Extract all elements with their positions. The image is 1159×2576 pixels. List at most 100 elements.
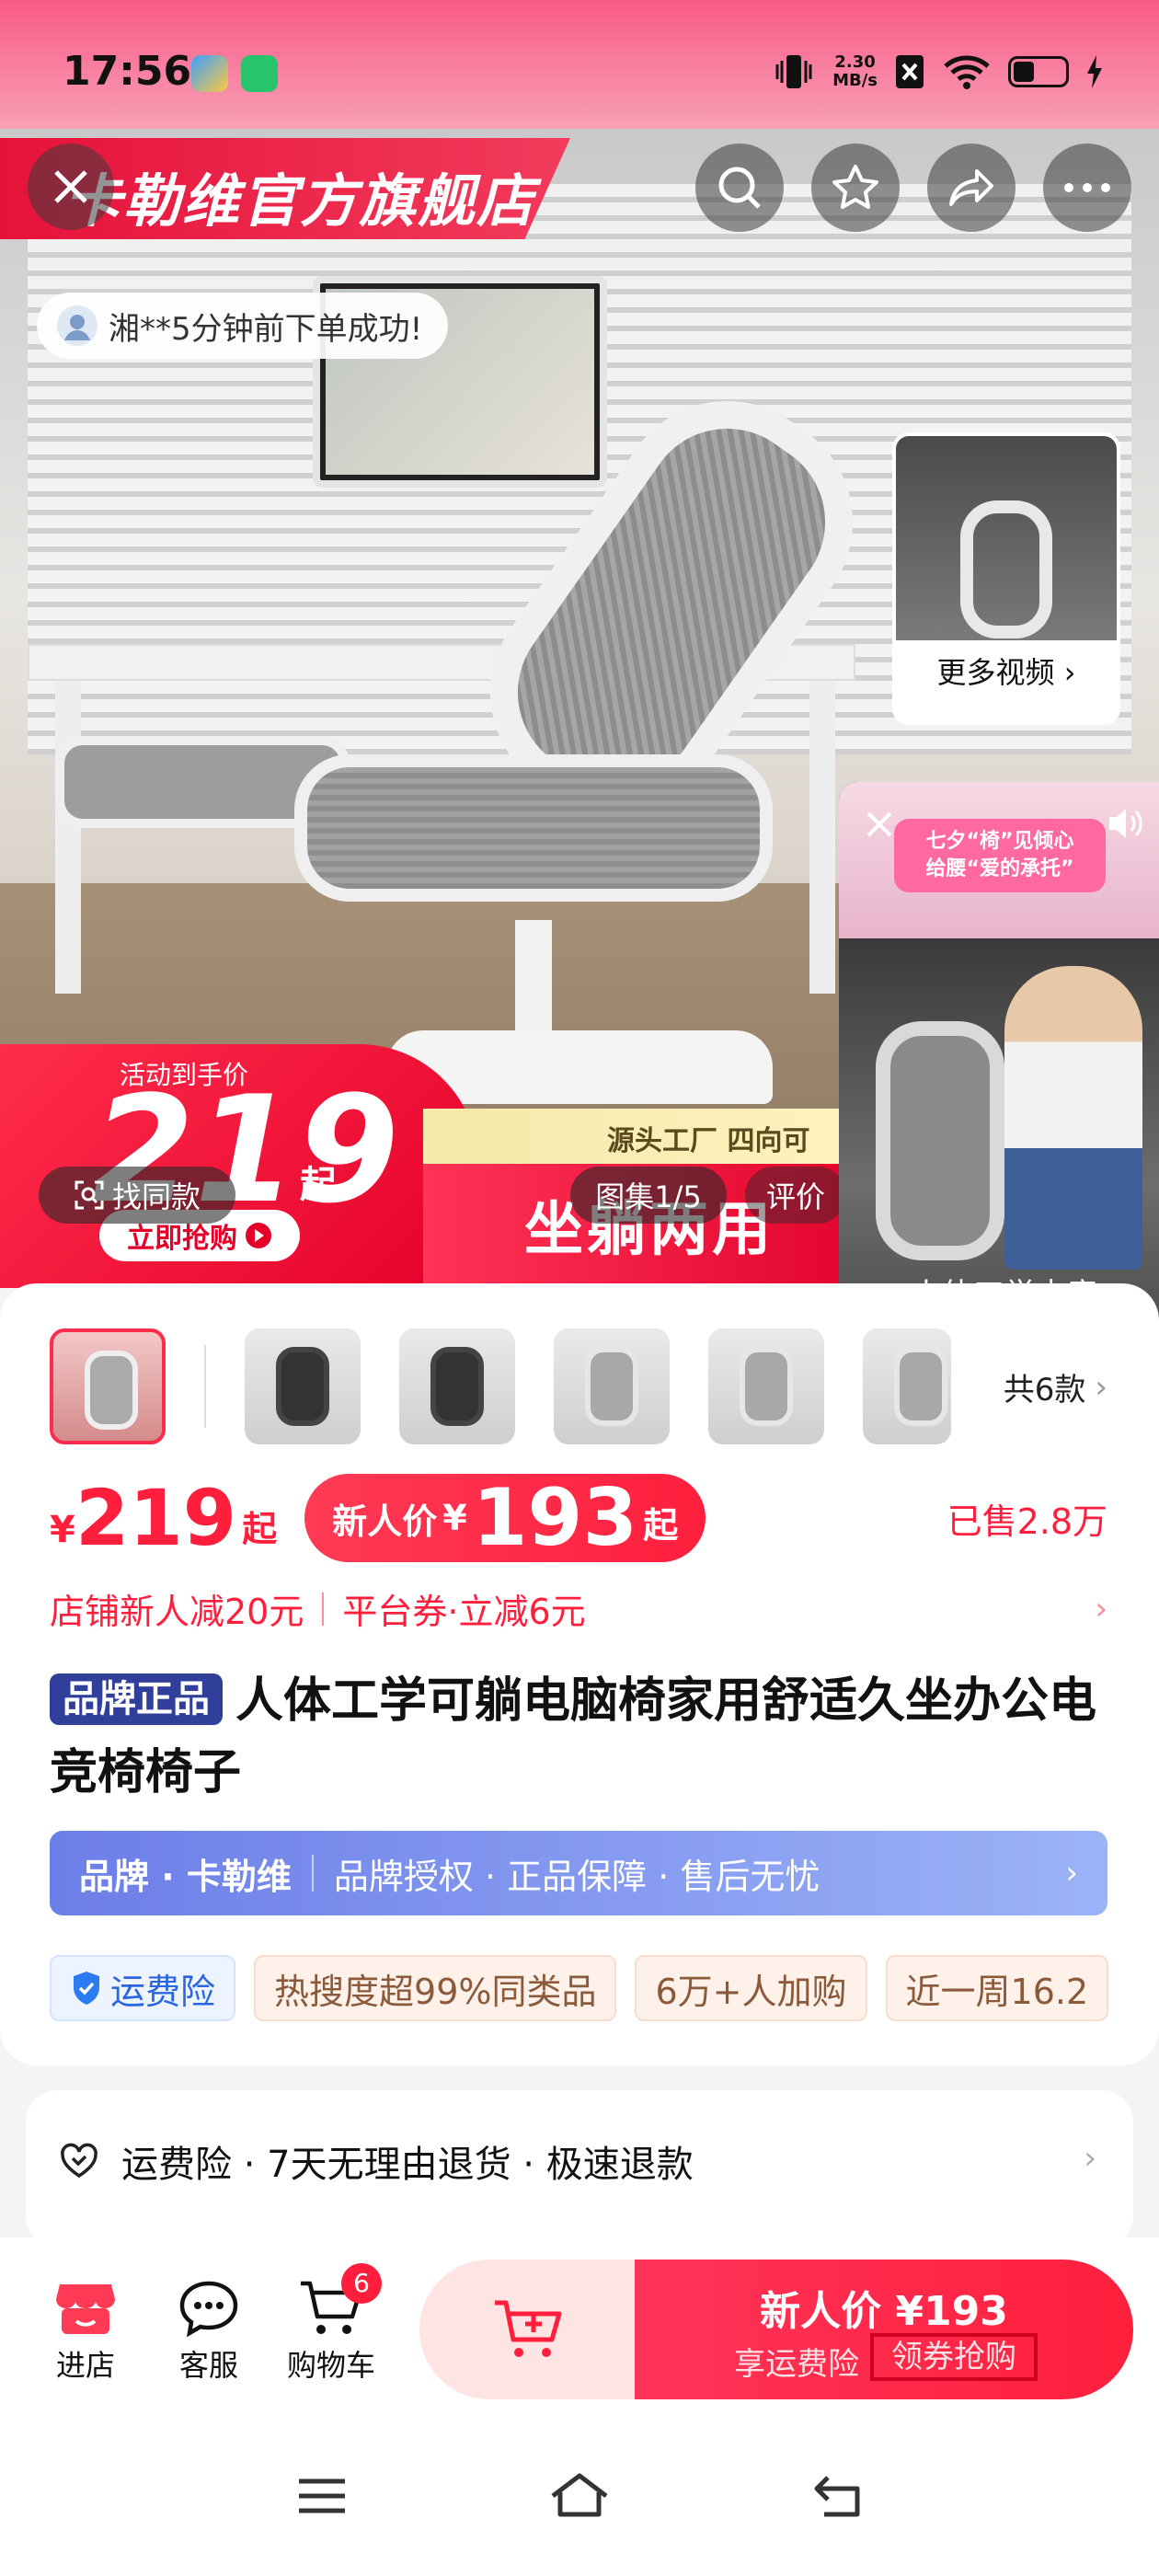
bottom-action-bar: 进店 客服 6 购物车 新人价 ¥193 享运费险 领券抢购 <box>0 2237 1159 2412</box>
home-icon <box>551 2473 608 2517</box>
wifi-icon <box>944 55 990 89</box>
service-text: 运费险 · 7天无理由退货 · 极速退款 <box>121 2144 694 2186</box>
factory-strip: 源头工厂 四向可 <box>423 1109 883 1164</box>
gallery-counter-label: 图集1/5 <box>595 1179 702 1214</box>
home-nav-button[interactable] <box>543 2464 616 2528</box>
video-promo-line2: 给腰“爱的承托” <box>925 857 1074 880</box>
add-to-cart-button[interactable] <box>419 2260 637 2399</box>
buy-now-button[interactable]: 新人价 ¥193 享运费险 领券抢购 <box>635 2260 1133 2399</box>
close-icon <box>54 170 87 203</box>
newbie-price-label: 新人价 <box>332 1501 438 1542</box>
network-speed-value: 2.30 <box>834 52 876 72</box>
gallery-counter-tab[interactable]: 图集1/5 <box>570 1167 727 1224</box>
chat-icon <box>179 2281 238 2337</box>
notification-app-icon <box>241 55 278 92</box>
video-promo-line1: 七夕“椅”见倾心 <box>925 830 1074 853</box>
activity-price-suffix: 起 <box>300 1164 337 1206</box>
variant-thumb[interactable] <box>554 1328 670 1444</box>
scan-icon <box>75 1180 104 1210</box>
menu-nav-button[interactable] <box>285 2464 359 2528</box>
status-bar: 17:56 2.30 MB/s <box>0 0 1159 129</box>
more-videos-card[interactable]: 更多视频 › <box>892 432 1120 725</box>
price-row: ¥ 219 起 新人价 ¥ 193 起 已售2.8万 <box>50 1472 1107 1564</box>
tag-hot-search: 热搜度超99%同类品 <box>254 1955 617 2021</box>
favorite-button[interactable] <box>811 144 900 232</box>
tag-shipping-insurance: 运费险 <box>50 1955 236 2021</box>
more-icon <box>1064 183 1110 192</box>
floating-video-player[interactable]: 七夕“椅”见倾心 给腰“爱的承托” 人体工学电竞 <box>839 782 1159 1348</box>
volume-icon[interactable] <box>1106 804 1148 843</box>
share-button[interactable] <box>927 144 1016 232</box>
heart-shield-icon <box>61 2143 98 2179</box>
shop-discount: 店铺新人减20元 <box>50 1592 304 1632</box>
brand-authentic-badge: 品牌正品 <box>50 1673 223 1725</box>
video-promo-banner: 七夕“椅”见倾心 给腰“爱的承托” <box>894 819 1106 892</box>
close-button[interactable] <box>28 144 114 230</box>
avatar-icon <box>57 305 98 346</box>
variant-count-label: 共6款 <box>1003 1372 1086 1409</box>
chevron-right-icon: › <box>1084 2140 1096 2177</box>
star-icon <box>832 165 878 209</box>
play-circle-icon <box>246 1223 271 1248</box>
brand-guarantee-bar[interactable]: 品牌 · 卡勒维 品牌授权 · 正品保障 · 售后无忧 › <box>50 1831 1107 1915</box>
shield-check-icon <box>74 1972 99 2005</box>
price-suffix: 起 <box>242 1509 278 1549</box>
claim-coupon-buy[interactable]: 领券抢购 <box>870 2333 1038 2381</box>
store-icon <box>56 2284 115 2334</box>
store-button-label: 进店 <box>55 2348 115 2383</box>
chevron-right-icon: › <box>1095 1368 1107 1406</box>
more-button[interactable] <box>1043 144 1131 232</box>
sold-count: 已售2.8万 <box>947 1501 1107 1542</box>
reviews-tab-label: 评价 <box>765 1179 825 1214</box>
battery-icon <box>1008 56 1069 87</box>
variant-thumb[interactable] <box>863 1328 951 1444</box>
newbie-price-value: 193 <box>472 1472 638 1564</box>
brand-name: 品牌 · 卡勒维 <box>79 1856 292 1897</box>
system-navigation-bar <box>0 2412 1159 2576</box>
cart-count-badge: 6 <box>341 2263 382 2304</box>
store-name: 卡勒维官方旗舰店 <box>64 167 536 235</box>
chevron-right-icon: › <box>1063 655 1076 690</box>
buy-now-insurance: 享运费险 <box>734 2346 859 2383</box>
customer-service-button[interactable]: 客服 <box>158 2274 259 2385</box>
recent-order-toast: 湘**5分钟前下单成功! <box>37 293 449 359</box>
service-guarantee-card[interactable]: 运费险 · 7天无理由退货 · 极速退款 › <box>26 2090 1133 2247</box>
sim-off-icon <box>896 55 924 88</box>
variant-thumb[interactable] <box>245 1328 361 1444</box>
brand-guarantees: 品牌授权 · 正品保障 · 售后无忧 <box>333 1856 820 1897</box>
price-currency: ¥ <box>50 1509 75 1551</box>
status-time: 17:56 <box>63 48 192 95</box>
product-tags: 运费险 热搜度超99%同类品 6万+人加购 近一周16.2 <box>50 1955 1159 2021</box>
variant-thumb[interactable] <box>708 1328 824 1444</box>
variant-count-button[interactable]: 共6款 › <box>1004 1364 1107 1409</box>
variant-selector <box>50 1328 951 1445</box>
newbie-price-badge: 新人价 ¥ 193 起 <box>304 1472 706 1564</box>
share-icon <box>949 169 993 206</box>
buy-now-price: 新人价 ¥193 <box>760 2288 1008 2335</box>
variant-thumb[interactable] <box>399 1328 515 1444</box>
network-speed: 2.30 MB/s <box>832 53 878 90</box>
tag-weekly-sales: 近一周16.2 <box>885 1955 1109 2021</box>
vibrate-icon <box>775 55 812 88</box>
more-videos-label: 更多视频 › <box>936 655 1076 690</box>
promotion-row[interactable]: 店铺新人减20元 平台券·立减6元 › <box>50 1583 1107 1634</box>
price-value: 219 <box>75 1473 237 1563</box>
cart-button[interactable]: 6 购物车 <box>281 2263 382 2385</box>
close-icon[interactable] <box>863 808 896 841</box>
newbie-price-suffix: 起 <box>643 1505 679 1546</box>
back-nav-button[interactable] <box>800 2464 874 2528</box>
variant-thumb[interactable] <box>50 1328 166 1444</box>
network-speed-unit: MB/s <box>832 71 878 90</box>
notification-app-icon <box>191 55 228 92</box>
back-icon <box>814 2476 860 2517</box>
store-button[interactable]: 进店 <box>35 2274 136 2385</box>
recent-order-text: 湘**5分钟前下单成功! <box>109 310 423 348</box>
platform-coupon: 平台券·立减6元 <box>342 1592 586 1632</box>
charging-icon <box>1087 55 1102 88</box>
product-info-card: 共6款 › ¥ 219 起 新人价 ¥ 193 起 已售2.8万 店铺新人减20… <box>0 1283 1159 2065</box>
find-similar-button[interactable]: 找同款 <box>39 1167 235 1224</box>
search-button[interactable] <box>695 144 784 232</box>
cart-button-label: 购物车 <box>286 2348 375 2383</box>
chevron-right-icon: › <box>1065 1855 1078 1892</box>
reviews-tab[interactable]: 评价 <box>745 1167 846 1224</box>
